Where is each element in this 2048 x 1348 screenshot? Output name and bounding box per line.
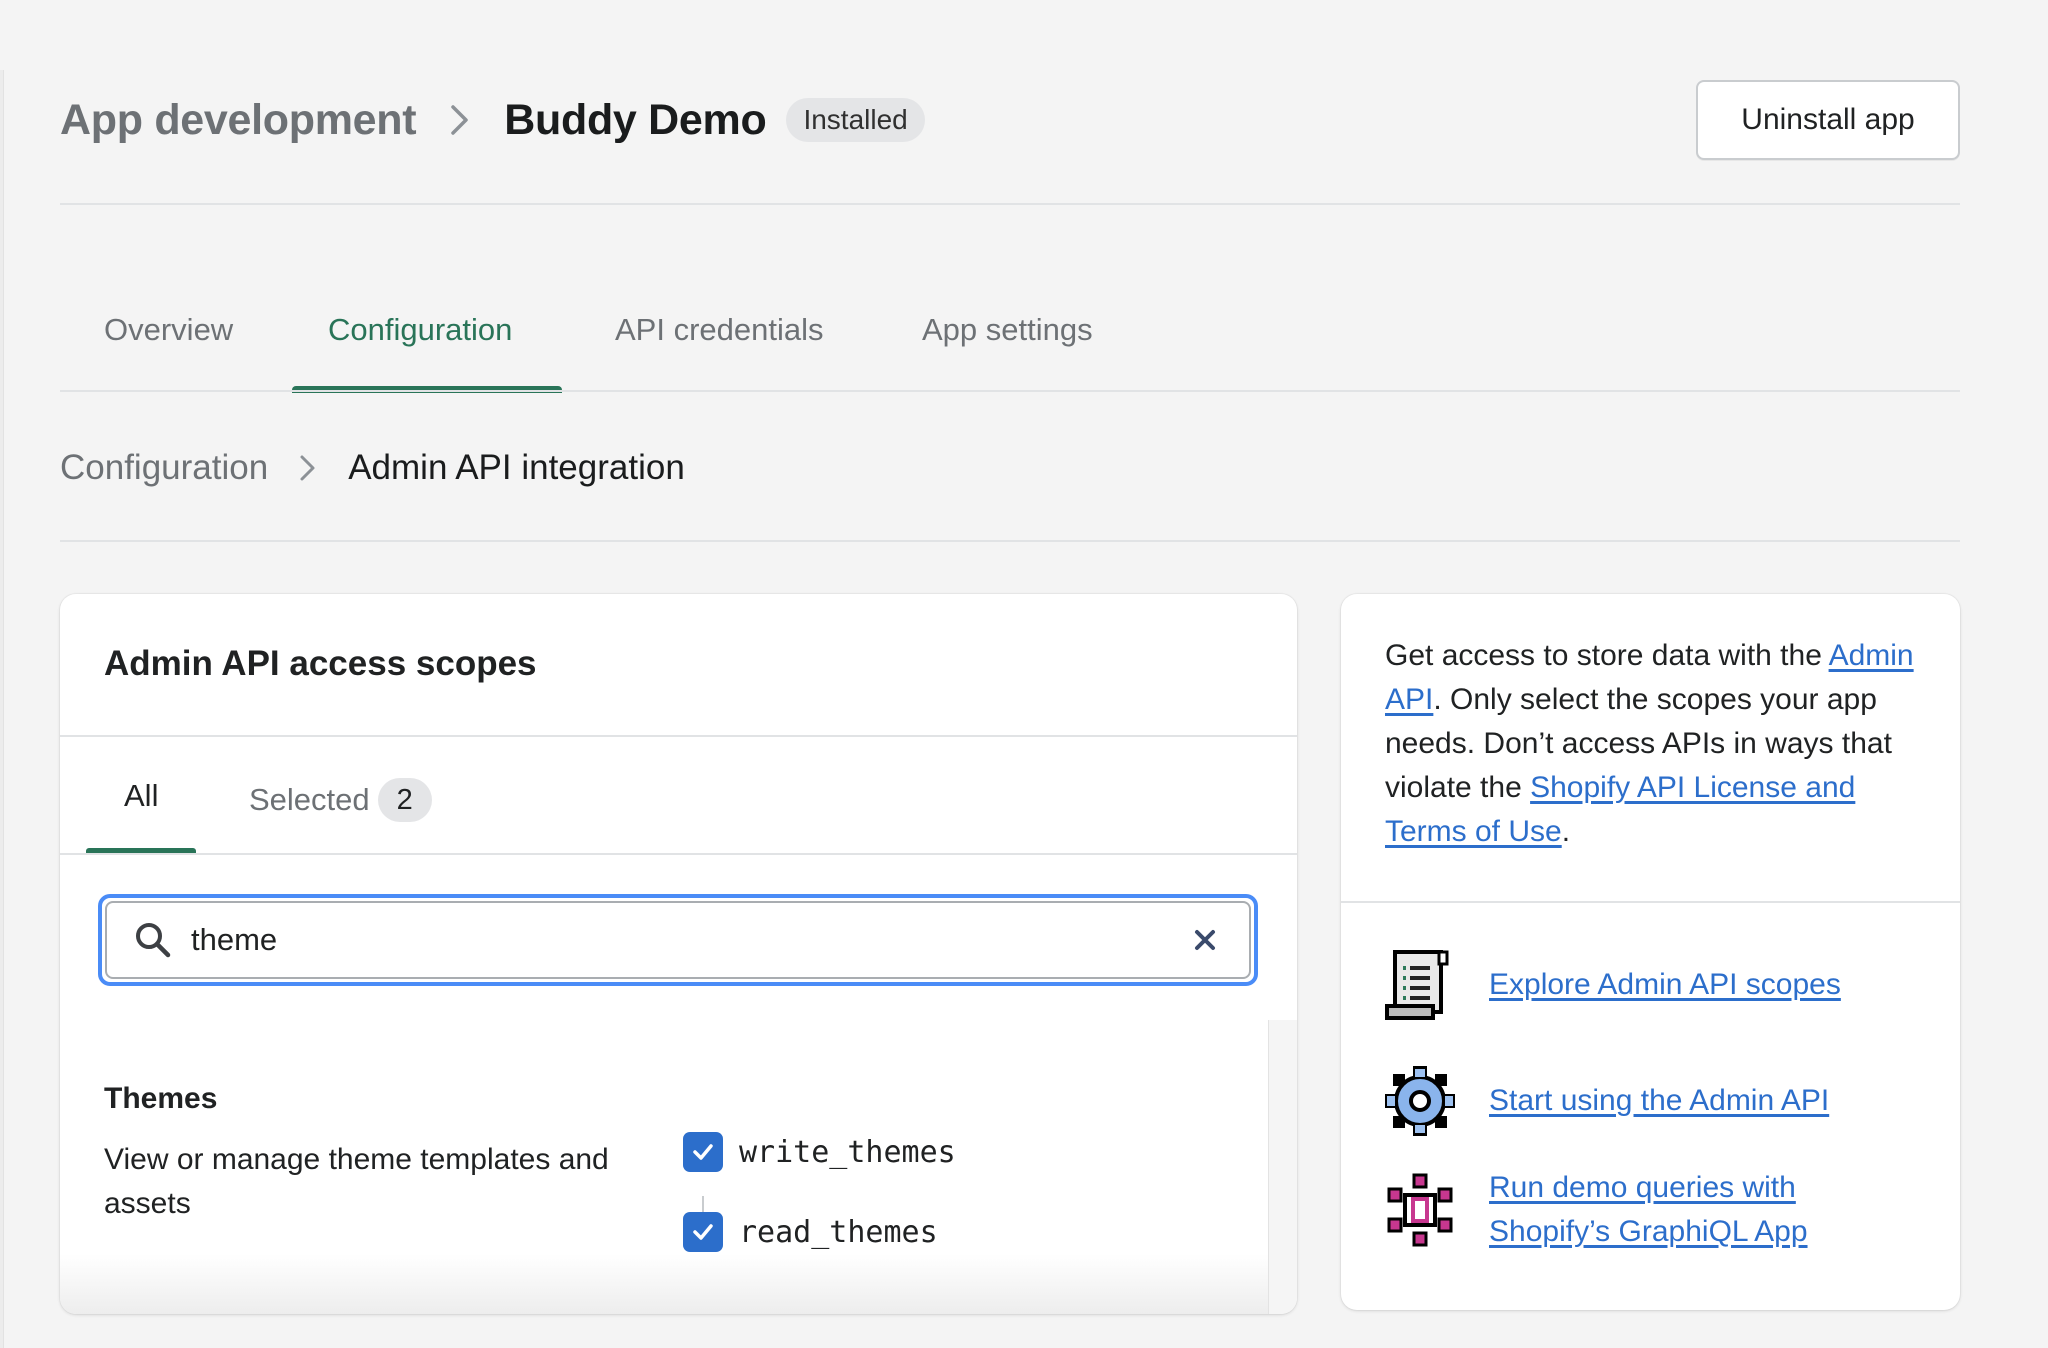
scroll-fade: [60, 1254, 1268, 1314]
checkmark-icon: [693, 1224, 713, 1240]
write-themes-checkbox[interactable]: [683, 1132, 723, 1172]
sub-breadcrumb: Configuration Admin API integration: [60, 440, 685, 496]
scope-search-input[interactable]: [191, 922, 1183, 958]
gear-icon: [1383, 1064, 1457, 1138]
window-left-edge: [0, 70, 4, 1348]
access-scopes-card: Admin API access scopes All Selected 2 T…: [60, 594, 1297, 1314]
start-using-admin-api-link[interactable]: Start using the Admin API: [1489, 1079, 1829, 1123]
breadcrumb-app-development[interactable]: App development: [60, 96, 417, 145]
filter-tab-all-label: All: [124, 778, 159, 813]
uninstall-app-button[interactable]: Uninstall app: [1696, 80, 1960, 160]
run-demo-queries-graphiql-link[interactable]: Run demo queries with Shopify’s GraphiQL…: [1489, 1166, 1869, 1254]
scope-item-write-themes[interactable]: write_themes: [683, 1132, 956, 1172]
tab-app-settings[interactable]: App settings: [922, 312, 1093, 348]
scopes-scrollbar[interactable]: [1268, 1020, 1297, 1314]
main-tabs: Overview Configuration API credentials A…: [60, 300, 1960, 393]
tabs-divider: [60, 390, 1960, 392]
page-header: App development Buddy Demo Installed Uni…: [60, 78, 1960, 162]
close-icon[interactable]: [1183, 918, 1227, 962]
tab-overview[interactable]: Overview: [104, 312, 233, 348]
header-divider: [60, 203, 1960, 205]
info-card: Get access to store data with the Admin …: [1341, 594, 1960, 1310]
resource-explore-scopes: Explore Admin API scopes: [1383, 948, 1841, 1022]
resource-graphiql: Run demo queries with Shopify’s GraphiQL…: [1383, 1166, 1869, 1254]
scopes-list: Themes View or manage theme templates an…: [60, 1020, 1268, 1314]
read-themes-checkbox[interactable]: [683, 1212, 723, 1252]
tab-configuration[interactable]: Configuration: [328, 312, 512, 348]
card-title: Admin API access scopes: [104, 644, 537, 683]
scope-search-field: [98, 894, 1258, 986]
search-icon: [131, 918, 175, 962]
card-divider: [60, 735, 1297, 737]
chevron-right-icon: [438, 98, 482, 142]
checkmark-icon: [693, 1144, 713, 1160]
scope-group-description: View or manage theme templates and asset…: [104, 1143, 609, 1220]
selected-count-badge: 2: [377, 778, 432, 822]
explore-admin-api-scopes-link[interactable]: Explore Admin API scopes: [1489, 963, 1841, 1007]
info-text: Get access to store data with the Admin …: [1385, 634, 1925, 854]
filter-tabs-divider: [60, 853, 1297, 855]
filter-tab-all[interactable]: All: [124, 778, 158, 814]
scope-group-title: Themes: [104, 1082, 218, 1115]
info-card-divider: [1341, 901, 1960, 903]
breadcrumb-configuration[interactable]: Configuration: [60, 448, 268, 488]
tab-api-credentials[interactable]: API credentials: [615, 312, 824, 348]
page-title: Buddy Demo: [504, 95, 767, 144]
graphql-icon: [1383, 1173, 1457, 1247]
resource-start-using: Start using the Admin API: [1383, 1064, 1829, 1138]
section-title: Admin API integration: [348, 448, 685, 487]
filter-tab-selected[interactable]: Selected 2: [249, 778, 432, 822]
status-badge: Installed: [786, 98, 925, 142]
info-text-part: .: [1561, 815, 1571, 848]
section-divider: [60, 540, 1960, 542]
chevron-right-icon: [290, 446, 326, 490]
filter-tab-selected-label: Selected: [249, 782, 370, 817]
scope-name: write_themes: [739, 1134, 956, 1170]
scope-item-read-themes[interactable]: read_themes: [683, 1212, 938, 1252]
document-scroll-icon: [1383, 948, 1457, 1022]
scope-name: read_themes: [739, 1214, 938, 1250]
info-text-part: Get access to store data with the: [1385, 639, 1829, 672]
